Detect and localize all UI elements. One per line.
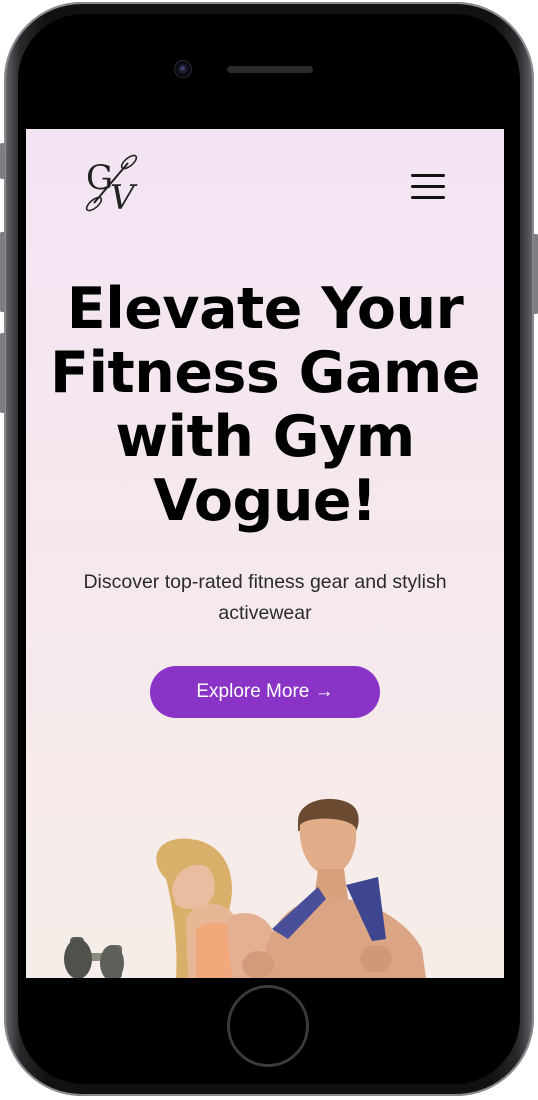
side-button-silent — [0, 143, 5, 179]
hero-subtitle: Discover top-rated fitness gear and styl… — [83, 571, 447, 624]
earpiece-speaker — [227, 66, 313, 73]
app-screen: G V Elevate Your Fitness Game with Gym V… — [26, 129, 504, 978]
home-button[interactable] — [227, 985, 309, 1067]
svg-text:V: V — [110, 178, 138, 213]
dumbbell-icon — [64, 937, 124, 978]
brand-logo[interactable]: G V — [84, 153, 142, 218]
hamburger-icon — [411, 174, 445, 177]
man-figure — [242, 798, 426, 978]
gv-logo-icon: G V — [85, 154, 138, 218]
hamburger-icon-line — [411, 185, 445, 188]
side-button-volume-up — [0, 232, 5, 312]
hero-title: Elevate Your Fitness Game with Gym Vogue… — [50, 276, 480, 534]
hamburger-icon-line — [411, 196, 445, 199]
fitness-couple-illustration — [64, 798, 426, 978]
hamburger-menu-button[interactable] — [409, 172, 447, 202]
side-button-volume-down — [0, 333, 5, 413]
front-camera — [175, 61, 191, 77]
hero-fitness-image — [26, 789, 504, 978]
side-button-power — [533, 234, 538, 314]
explore-more-button[interactable]: Explore More → — [150, 666, 380, 718]
